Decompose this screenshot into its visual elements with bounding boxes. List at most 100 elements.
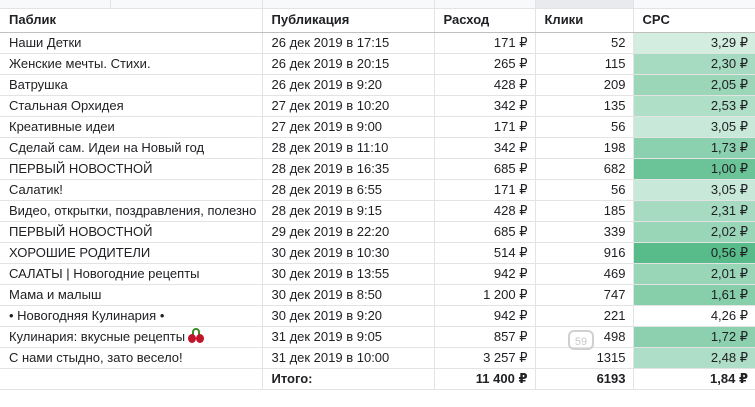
header-cell-clicks[interactable]: Клики [535, 8, 634, 33]
cell-spend[interactable]: 942 ₽ [434, 305, 536, 327]
cell-spend[interactable]: 3 257 ₽ [434, 347, 536, 369]
cell-publication-date[interactable]: 30 дек 2019 в 13:55 [262, 263, 435, 285]
table-row: Стальная Орхидея 27 дек 2019 в 10:20 342 ₽… [0, 95, 755, 117]
cell-spend[interactable]: 342 ₽ [434, 95, 536, 117]
cell-publication-date[interactable]: 28 дек 2019 в 6:55 [262, 179, 435, 201]
public-name-text: ХОРОШИЕ РОДИТЕЛИ [9, 245, 151, 260]
cell-clicks[interactable]: 115 [535, 53, 634, 75]
cell-public-name[interactable]: САЛАТЫ | Новогодние рецепты [0, 263, 263, 285]
cell-public-name[interactable]: Кулинария: вкусные рецепты [0, 326, 263, 348]
cell-clicks[interactable]: 185 [535, 200, 634, 222]
cell-empty[interactable] [0, 368, 263, 390]
cell-clicks[interactable]: 747 [535, 284, 634, 306]
header-cell-publication[interactable]: Публикация [262, 8, 435, 33]
cell-publication-date[interactable]: 28 дек 2019 в 9:15 [262, 200, 435, 222]
cell-public-name[interactable]: Женские мечты. Стихи. [0, 53, 263, 75]
public-name-text: ПЕРВЫЙ НОВОСТНОЙ [9, 161, 153, 176]
cell-public-name[interactable]: Салатик! [0, 179, 263, 201]
cell-clicks[interactable]: 198 [535, 137, 634, 159]
cell-cpc[interactable]: 1,73 ₽ [633, 137, 755, 159]
header-cell-spend[interactable]: Расход [434, 8, 536, 33]
cell-clicks[interactable]: 209 [535, 74, 634, 96]
table-row: САЛАТЫ | Новогодние рецепты 30 дек 2019 в… [0, 263, 755, 285]
cell-cpc[interactable]: 2,31 ₽ [633, 200, 755, 222]
header-cell-public[interactable]: Паблик [0, 8, 263, 33]
cell-spend[interactable]: 171 ₽ [434, 179, 536, 201]
cell-public-name[interactable]: ХОРОШИЕ РОДИТЕЛИ [0, 242, 263, 264]
total-cpc[interactable]: 1,84 ₽ [633, 368, 755, 390]
cell-public-name[interactable]: • Новогодняя Кулинария • [0, 305, 263, 327]
cell-publication-date[interactable]: 28 дек 2019 в 11:10 [262, 137, 435, 159]
cell-public-name[interactable]: Видео, открытки, поздравления, полезно [0, 200, 263, 222]
watermark-icon: 59 [568, 330, 594, 350]
cherry-icon [187, 328, 205, 344]
public-name-text: Стальная Орхидея [9, 98, 124, 113]
cell-cpc[interactable]: 1,72 ₽ [633, 326, 755, 348]
cell-publication-date[interactable]: 26 дек 2019 в 17:15 [262, 32, 435, 54]
cell-public-name[interactable]: С нами стыдно, зато весело! [0, 347, 263, 369]
cell-cpc[interactable]: 4,26 ₽ [633, 305, 755, 327]
total-clicks[interactable]: 6193 [535, 368, 634, 390]
cell-clicks[interactable]: 52 [535, 32, 634, 54]
cell-public-name[interactable]: Мама и малыш [0, 284, 263, 306]
cell-cpc[interactable]: 2,02 ₽ [633, 221, 755, 243]
cell-spend[interactable]: 942 ₽ [434, 263, 536, 285]
cell-clicks[interactable]: 469 [535, 263, 634, 285]
cell-publication-date[interactable]: 26 дек 2019 в 9:20 [262, 74, 435, 96]
cell-spend[interactable]: 685 ₽ [434, 221, 536, 243]
cell-cpc[interactable]: 2,48 ₽ [633, 347, 755, 369]
cell-public-name[interactable]: Креативные идеи [0, 116, 263, 138]
cell-spend[interactable]: 171 ₽ [434, 116, 536, 138]
cell-public-name[interactable]: Сделай сам. Идеи на Новый год [0, 137, 263, 159]
total-label[interactable]: Итого: [262, 368, 435, 390]
cell-spend[interactable]: 1 200 ₽ [434, 284, 536, 306]
cell-publication-date[interactable]: 28 дек 2019 в 16:35 [262, 158, 435, 180]
public-name-text: • Новогодняя Кулинария • [9, 308, 165, 323]
cell-clicks[interactable]: 339 [535, 221, 634, 243]
cell-spend[interactable]: 514 ₽ [434, 242, 536, 264]
cell-publication-date[interactable]: 27 дек 2019 в 10:20 [262, 95, 435, 117]
cell-clicks[interactable]: 916 [535, 242, 634, 264]
cell-public-name[interactable]: ПЕРВЫЙ НОВОСТНОЙ [0, 158, 263, 180]
cell-publication-date[interactable]: 29 дек 2019 в 22:20 [262, 221, 435, 243]
cell-spend[interactable]: 265 ₽ [434, 53, 536, 75]
cell-cpc[interactable]: 3,29 ₽ [633, 32, 755, 54]
cell-public-name[interactable]: Стальная Орхидея [0, 95, 263, 117]
cell-publication-date[interactable]: 26 дек 2019 в 20:15 [262, 53, 435, 75]
cell-public-name[interactable]: Ватрушка [0, 74, 263, 96]
cell-spend[interactable]: 685 ₽ [434, 158, 536, 180]
selected-column-header[interactable] [535, 0, 633, 8]
cell-spend[interactable]: 342 ₽ [434, 137, 536, 159]
cell-publication-date[interactable]: 30 дек 2019 в 8:50 [262, 284, 435, 306]
cell-cpc[interactable]: 1,61 ₽ [633, 284, 755, 306]
cell-cpc[interactable]: 2,01 ₽ [633, 263, 755, 285]
cell-cpc[interactable]: 2,30 ₽ [633, 53, 755, 75]
cell-clicks[interactable]: 221 [535, 305, 634, 327]
cell-cpc[interactable]: 2,53 ₽ [633, 95, 755, 117]
cell-spend[interactable]: 857 ₽ [434, 326, 536, 348]
cell-clicks[interactable]: 682 [535, 158, 634, 180]
cell-publication-date[interactable]: 31 дек 2019 в 9:05 [262, 326, 435, 348]
table-row: Видео, открытки, поздравления, полезно 28… [0, 200, 755, 222]
public-name-text: Ватрушка [9, 77, 68, 92]
cell-publication-date[interactable]: 31 дек 2019 в 10:00 [262, 347, 435, 369]
cell-spend[interactable]: 428 ₽ [434, 74, 536, 96]
cell-clicks[interactable]: 56 [535, 179, 634, 201]
cell-spend[interactable]: 171 ₽ [434, 32, 536, 54]
cell-cpc[interactable]: 1,00 ₽ [633, 158, 755, 180]
cell-clicks[interactable]: 135 [535, 95, 634, 117]
cell-clicks[interactable]: 56 [535, 116, 634, 138]
cell-cpc[interactable]: 3,05 ₽ [633, 116, 755, 138]
cell-spend[interactable]: 428 ₽ [434, 200, 536, 222]
cell-cpc[interactable]: 0,56 ₽ [633, 242, 755, 264]
header-cell-cpc[interactable]: CPC [633, 8, 755, 33]
public-name-text: Кулинария: вкусные рецепты [9, 329, 186, 344]
cell-cpc[interactable]: 2,05 ₽ [633, 74, 755, 96]
cell-publication-date[interactable]: 30 дек 2019 в 10:30 [262, 242, 435, 264]
cell-publication-date[interactable]: 27 дек 2019 в 9:00 [262, 116, 435, 138]
cell-public-name[interactable]: ПЕРВЫЙ НОВОСТНОЙ [0, 221, 263, 243]
total-spend[interactable]: 11 400 ₽ [434, 368, 536, 390]
cell-publication-date[interactable]: 30 дек 2019 в 9:20 [262, 305, 435, 327]
cell-cpc[interactable]: 3,05 ₽ [633, 179, 755, 201]
cell-public-name[interactable]: Наши Детки [0, 32, 263, 54]
